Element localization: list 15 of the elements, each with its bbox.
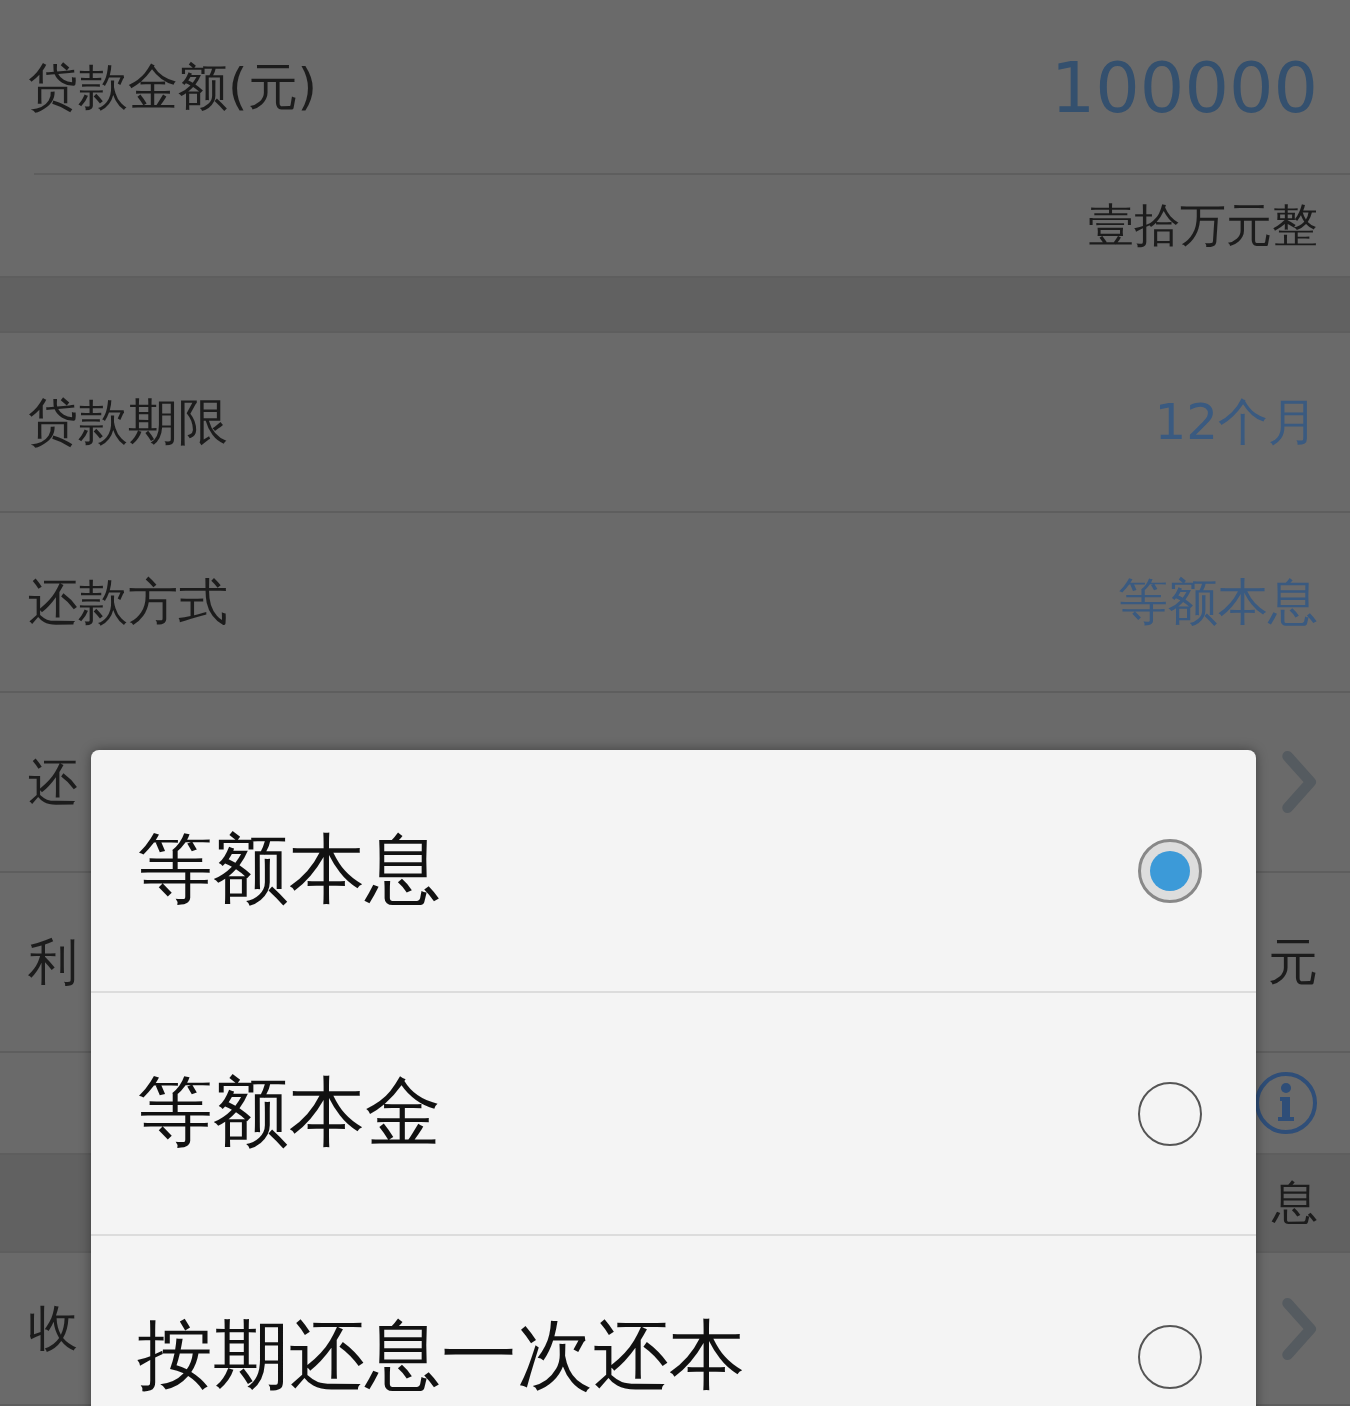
radio-button[interactable] [1138,1081,1202,1146]
option-item[interactable]: 等额本息 [91,750,1256,993]
field-label: 还 [28,751,78,813]
field-value: 元 [1268,931,1318,993]
option-item[interactable]: 按期还息一次还本 [91,1236,1256,1406]
option-item[interactable]: 等额本金 [91,993,1256,1236]
radio-button[interactable] [1138,1324,1202,1389]
field-label: 利 [28,931,78,993]
field-label: 还款方式 [28,571,228,633]
field-label: 收 [28,1298,78,1359]
amount-in-words: 壹拾万元整 [1088,196,1318,254]
band-text: 息 [1272,1174,1318,1231]
info-icon[interactable] [1254,1071,1318,1135]
field-label: 贷款期限 [28,391,228,453]
field-label: 贷款金额(元) [28,57,317,118]
